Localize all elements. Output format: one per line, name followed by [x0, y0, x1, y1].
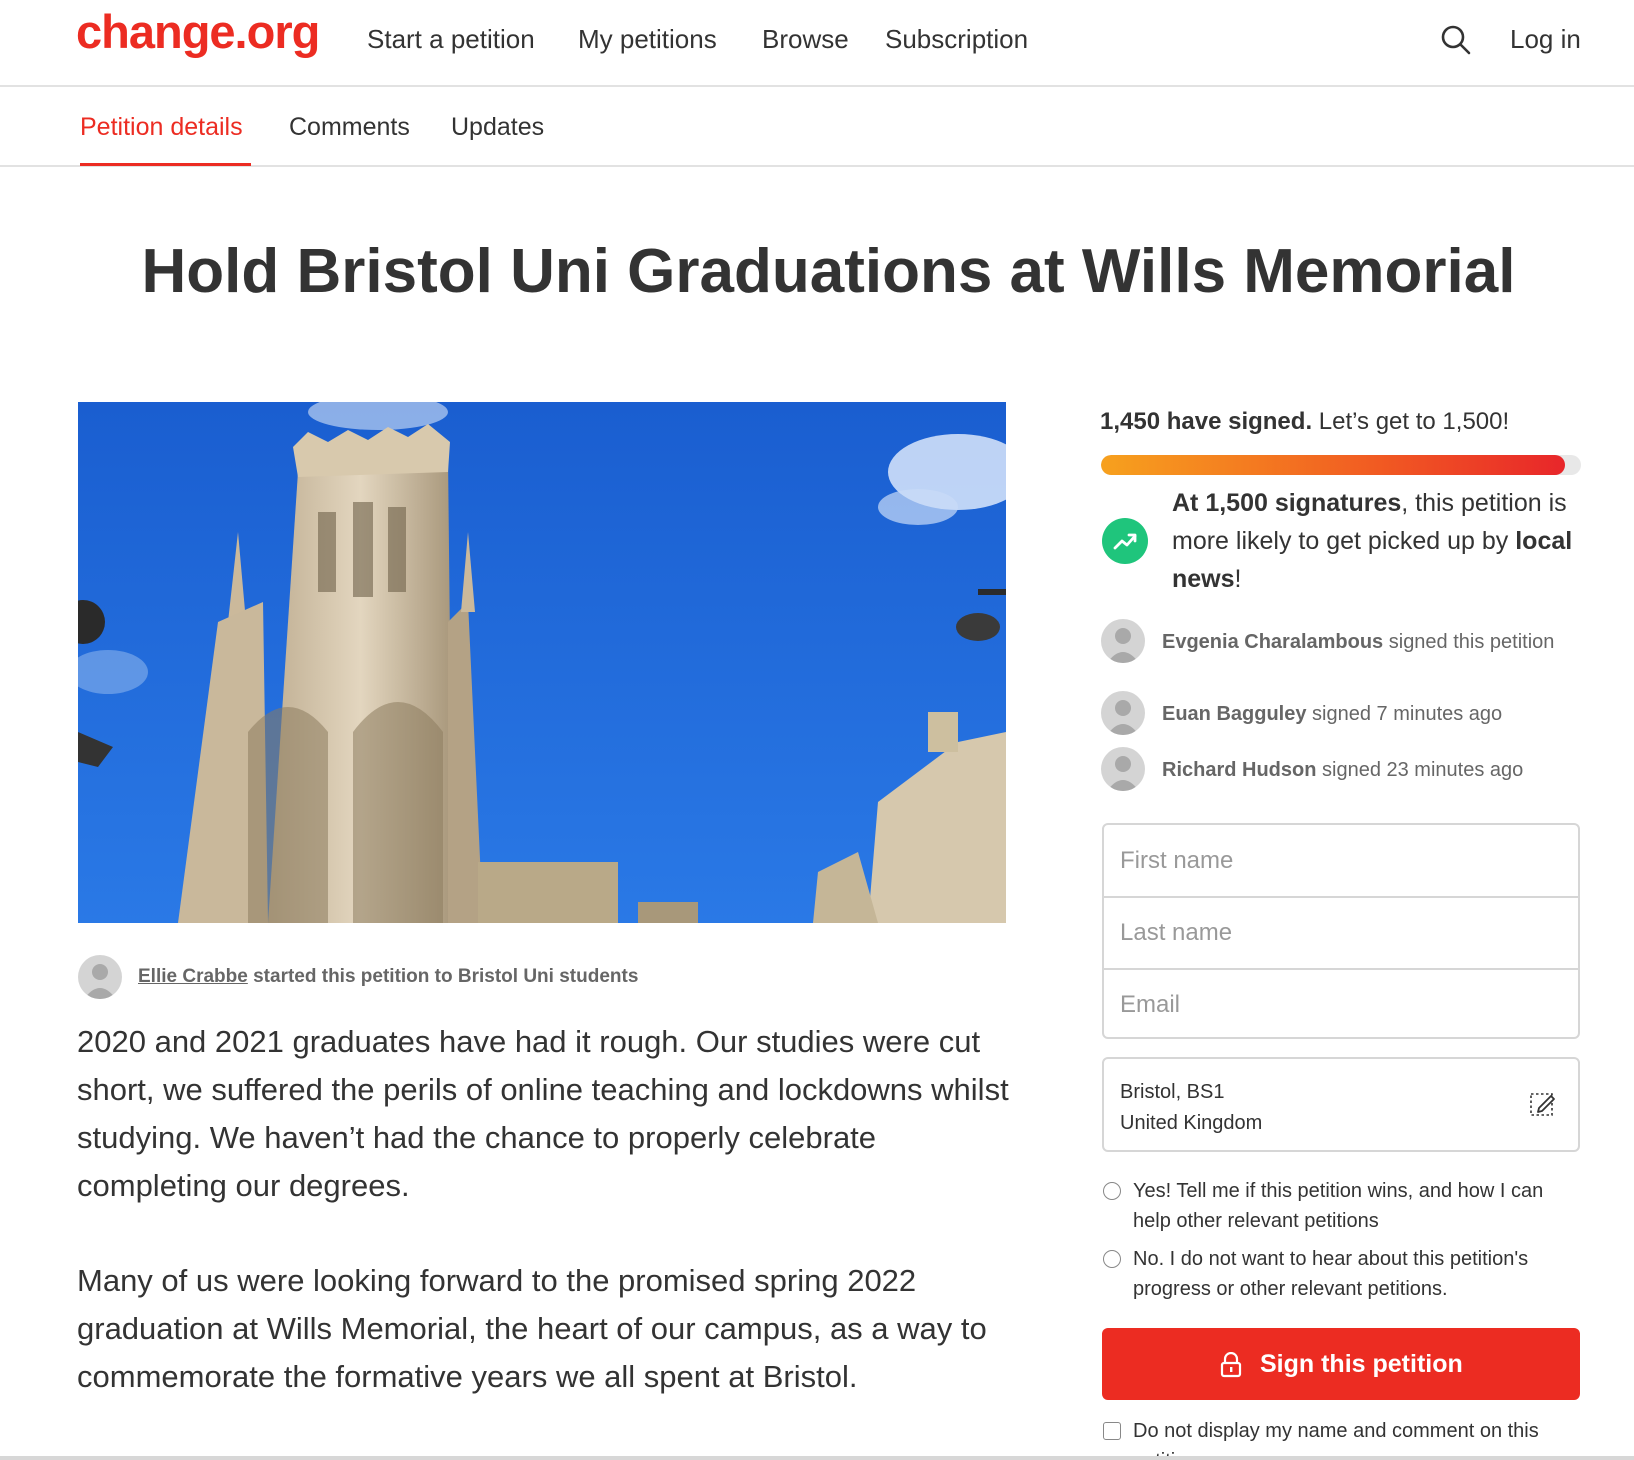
nav-subscription[interactable]: Subscription — [885, 23, 1028, 55]
signer-action: signed 7 minutes ago — [1306, 703, 1503, 725]
user-silhouette-icon — [1107, 756, 1139, 791]
signer-action: signed this petition — [1383, 631, 1555, 653]
opt-in-label: Yes! Tell me if this petition wins, and … — [1133, 1180, 1544, 1232]
nav-my-petitions[interactable]: My petitions — [578, 23, 717, 55]
nav-browse[interactable]: Browse — [762, 23, 849, 55]
email-field[interactable] — [1104, 969, 1578, 1041]
last-name-field[interactable] — [1104, 897, 1578, 969]
progress-fill — [1101, 455, 1566, 475]
tab-updates[interactable]: Updates — [451, 111, 544, 143]
avatar — [1101, 619, 1145, 663]
sign-button-label: Sign this petition — [1260, 1350, 1463, 1378]
avatar — [1101, 747, 1145, 791]
signature-progress-bar — [1101, 455, 1581, 475]
lock-icon — [1220, 1352, 1242, 1378]
wills-memorial-building-illustration — [78, 402, 1006, 923]
petition-starter: Ellie Crabbe started this petition to Br… — [138, 964, 638, 990]
opt-out-label: No. I do not want to hear about this pet… — [1133, 1248, 1529, 1300]
signature-goal-text: Let’s get to 1,500! — [1312, 408, 1510, 435]
milestone-message: At 1,500 signatures, this petition is mo… — [1172, 484, 1592, 598]
milestone-end: ! — [1234, 565, 1242, 593]
opt-in-radio[interactable] — [1103, 1182, 1121, 1200]
page-bottom-divider — [0, 1456, 1634, 1460]
active-tab-indicator — [80, 163, 251, 166]
petition-paragraph-2: Many of us were looking forward to the p… — [77, 1263, 987, 1394]
change-org-logo[interactable]: change.org — [76, 8, 320, 55]
sign-petition-button[interactable]: Sign this petition — [1102, 1328, 1580, 1400]
user-silhouette-icon — [84, 964, 116, 999]
location-selector[interactable]: Bristol, BS1 United Kingdom — [1102, 1057, 1580, 1152]
signer-name: Richard Hudson — [1162, 759, 1317, 781]
signer-form — [1102, 823, 1580, 1041]
location-country: United Kingdom — [1120, 1112, 1263, 1134]
location-city: Bristol, BS1 — [1120, 1081, 1225, 1103]
login-link[interactable]: Log in — [1510, 23, 1581, 55]
milestone-bold: At 1,500 signatures — [1172, 489, 1402, 517]
hide-name-label: Do not display my name and comment on th… — [1133, 1420, 1539, 1460]
avatar — [1101, 691, 1145, 735]
search-icon[interactable] — [1440, 24, 1472, 56]
starter-suffix: started this petition to Bristol Uni stu… — [247, 966, 639, 987]
petition-paragraph-1: 2020 and 2021 graduates have had it roug… — [77, 1024, 1009, 1203]
first-name-field[interactable] — [1104, 825, 1578, 897]
user-silhouette-icon — [1107, 628, 1139, 663]
top-navigation: change.org Start a petition My petitions… — [0, 0, 1634, 87]
petition-tabs: Petition details Comments Updates — [0, 87, 1634, 167]
starter-name-link[interactable]: Ellie Crabbe — [138, 966, 248, 987]
petition-title: Hold Bristol Uni Graduations at Wills Me… — [141, 237, 1516, 306]
opt-out-radio[interactable] — [1103, 1250, 1121, 1268]
hide-name-checkbox[interactable] — [1103, 1422, 1121, 1440]
user-silhouette-icon — [1107, 700, 1139, 735]
petition-hero-image — [78, 402, 1006, 923]
tab-comments[interactable]: Comments — [289, 111, 410, 143]
starter-avatar — [78, 955, 122, 999]
trending-up-icon — [1102, 518, 1148, 564]
signature-count: 1,450 have signed. Let’s get to 1,500! — [1100, 406, 1509, 438]
tab-petition-details[interactable]: Petition details — [80, 111, 243, 143]
signer-name: Euan Bagguley — [1162, 703, 1307, 725]
edit-icon[interactable] — [1528, 1089, 1558, 1119]
signer-action: signed 23 minutes ago — [1316, 759, 1524, 781]
signature-count-bold: 1,450 have signed. — [1100, 408, 1313, 435]
nav-start-petition[interactable]: Start a petition — [367, 23, 535, 55]
signer-name: Evgenia Charalambous — [1162, 631, 1384, 653]
